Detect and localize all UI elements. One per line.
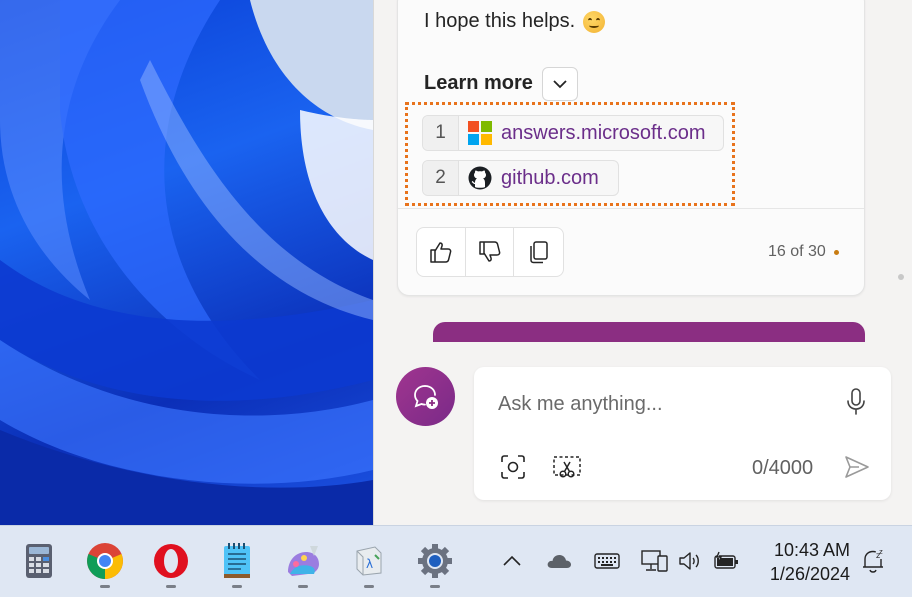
chrome-icon	[87, 543, 123, 579]
show-hidden-icons-button[interactable]	[498, 548, 526, 574]
taskbar-chrome[interactable]	[85, 541, 125, 581]
taskbar-paint[interactable]	[283, 541, 323, 581]
onedrive-tray-button[interactable]	[545, 548, 573, 574]
app-indicator	[298, 585, 308, 588]
microphone-icon	[847, 388, 865, 415]
learn-more-toggle-button[interactable]	[542, 67, 578, 101]
visual-search-button[interactable]	[498, 453, 528, 481]
send-button[interactable]	[842, 452, 872, 482]
network-tray-button[interactable]	[641, 548, 669, 574]
snip-icon	[553, 456, 581, 478]
thumbs-down-button[interactable]	[466, 228, 515, 276]
github-logo-icon	[467, 165, 493, 191]
source-link-2[interactable]: 2 github.com	[422, 160, 619, 196]
thumbs-up-button[interactable]	[417, 228, 466, 276]
battery-charging-icon	[714, 551, 738, 569]
card-divider	[398, 208, 864, 209]
ask-input[interactable]	[498, 388, 818, 420]
copy-button[interactable]	[514, 228, 563, 276]
opera-icon	[154, 544, 188, 578]
speaker-icon	[679, 552, 699, 570]
paint-icon	[288, 546, 319, 576]
scrollbar-thumb[interactable]	[898, 274, 904, 280]
chevron-down-icon	[553, 79, 567, 88]
composer	[474, 367, 891, 500]
app-indicator	[100, 585, 110, 588]
thumbs-up-icon	[430, 242, 452, 263]
desktop-wallpaper	[0, 0, 373, 525]
response-counter: 16 of 30	[768, 243, 839, 261]
keyboard-icon	[594, 553, 620, 569]
app-indicator	[166, 585, 176, 588]
cloud-icon	[547, 555, 571, 568]
response-counter-text: 16 of 30	[768, 243, 826, 260]
app-indicator	[430, 585, 440, 588]
source-link-1[interactable]: 1 answers.microsoft.com	[422, 115, 724, 151]
new-chat-icon	[413, 384, 438, 409]
notepad-icon	[224, 543, 250, 578]
clock-date: 1/26/2024	[769, 564, 850, 584]
taskbar-clock[interactable]: 10:43 AM 1/26/2024	[752, 538, 850, 586]
new-topic-button[interactable]	[396, 367, 455, 426]
chevron-up-icon	[503, 555, 521, 566]
next-message-card	[433, 322, 865, 342]
source-number: 1	[423, 116, 459, 150]
source-site: github.com	[501, 166, 599, 189]
character-count: 0/4000	[752, 457, 814, 479]
bell-snooze-icon: z z	[863, 548, 883, 573]
feedback-toolbar	[416, 227, 564, 277]
touch-keyboard-button[interactable]	[593, 548, 621, 574]
taskbar-terminal[interactable]: λ	[349, 541, 389, 581]
camera-scan-icon	[501, 455, 525, 479]
microsoft-logo-icon	[467, 120, 493, 146]
app-indicator	[232, 585, 242, 588]
screenshot-button[interactable]	[551, 453, 583, 481]
calculator-icon	[26, 544, 52, 578]
microphone-button[interactable]	[842, 386, 870, 418]
send-icon	[845, 456, 869, 478]
taskbar-opera[interactable]	[151, 541, 191, 581]
taskbar-calculator[interactable]	[19, 541, 59, 581]
copy-icon	[529, 241, 548, 264]
svg-text:z: z	[879, 548, 883, 556]
svg-text:λ: λ	[366, 557, 373, 571]
thumbs-down-icon	[478, 241, 500, 262]
clock-time: 10:43 AM	[773, 540, 850, 560]
bloom-wallpaper-art	[0, 0, 373, 525]
app-indicator	[364, 585, 374, 588]
notifications-button[interactable]: z z	[859, 548, 887, 574]
status-dot	[833, 249, 839, 255]
response-message: I hope this helps.	[424, 10, 576, 32]
terminal-icon: λ	[356, 546, 382, 576]
smiling-face-icon	[583, 10, 606, 33]
taskbar-notepad[interactable]	[217, 541, 257, 581]
volume-tray-button[interactable]	[677, 548, 705, 574]
learn-more-label: Learn more	[424, 72, 533, 94]
network-icon	[641, 550, 668, 572]
source-site: answers.microsoft.com	[501, 121, 706, 144]
settings-icon	[418, 544, 452, 578]
battery-tray-button[interactable]	[713, 548, 741, 574]
response-text: I hope this helps.	[424, 10, 606, 33]
taskbar-settings[interactable]	[415, 541, 455, 581]
source-number: 2	[423, 161, 459, 195]
